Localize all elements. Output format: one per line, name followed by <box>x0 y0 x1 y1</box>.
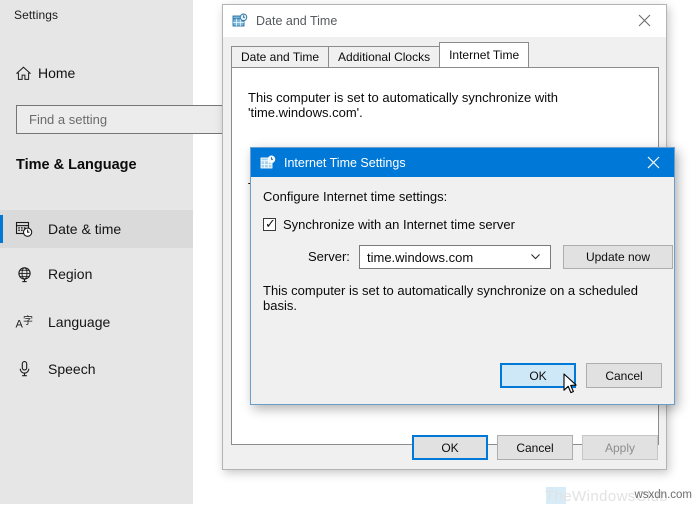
sync-checkbox-row[interactable]: ✓ Synchronize with an Internet time serv… <box>263 217 515 232</box>
home-icon <box>8 65 38 82</box>
dialog-button-row: OK Cancel Apply <box>223 435 658 460</box>
server-dropdown-value: time.windows.com <box>367 249 474 265</box>
language-icon: A 字 <box>0 313 48 331</box>
internet-time-settings-body: Configure Internet time settings: ✓ Sync… <box>251 177 674 505</box>
configure-heading: Configure Internet time settings: <box>263 189 448 204</box>
microphone-icon <box>0 360 48 378</box>
close-icon[interactable] <box>622 5 666 36</box>
checkmark-icon: ✓ <box>265 216 276 231</box>
sync-schedule-status: This computer is set to automatically sy… <box>263 283 639 313</box>
update-now-button[interactable]: Update now <box>563 245 673 269</box>
tab-strip: Date and Time Additional Clocks Internet… <box>231 42 530 67</box>
internet-time-settings-titlebar: Internet Time Settings <box>251 148 674 177</box>
tab-additional-clocks[interactable]: Additional Clocks <box>328 46 441 67</box>
selection-accent-bar <box>0 355 3 383</box>
globe-icon <box>0 266 48 283</box>
sidebar-item-date-time[interactable]: Date & time <box>0 210 193 248</box>
date-time-icon <box>260 155 276 171</box>
sidebar-category-title: Time & Language <box>16 157 137 173</box>
date-time-icon <box>232 13 248 29</box>
internet-time-settings-dialog: Internet Time Settings Configure Interne… <box>250 147 675 505</box>
internet-time-settings-title: Internet Time Settings <box>284 155 406 170</box>
chevron-down-icon <box>529 250 542 268</box>
ok-button[interactable]: OK <box>500 363 576 388</box>
sidebar-item-home[interactable]: Home <box>8 58 188 88</box>
internet-time-settings-button-row: OK Cancel <box>500 363 662 388</box>
tab-internet-time[interactable]: Internet Time <box>439 42 530 67</box>
sidebar-item-speech[interactable]: Speech <box>0 350 193 388</box>
date-and-time-titlebar: Date and Time <box>223 5 666 37</box>
search-placeholder: Find a setting <box>29 112 108 127</box>
selection-accent-bar <box>0 215 3 243</box>
selection-accent-bar <box>0 260 3 288</box>
cancel-button[interactable]: Cancel <box>586 363 662 388</box>
sync-status-text: This computer is set to automatically sy… <box>248 90 558 120</box>
close-icon[interactable] <box>632 148 674 177</box>
tab-date-and-time[interactable]: Date and Time <box>231 46 330 67</box>
sidebar-item-region-label: Region <box>48 266 93 282</box>
selection-accent-bar <box>0 308 3 336</box>
apply-button: Apply <box>582 435 658 460</box>
sync-checkbox[interactable]: ✓ <box>263 216 276 231</box>
server-row: TheWindowsClub Server: time.windows.com … <box>263 245 673 505</box>
sidebar-item-region[interactable]: Region <box>0 255 193 293</box>
ok-button[interactable]: OK <box>412 435 488 460</box>
sync-checkbox-label: Synchronize with an Internet time server <box>283 217 515 232</box>
svg-text:字: 字 <box>23 314 33 327</box>
search-input[interactable]: Find a setting <box>16 105 228 134</box>
sidebar-item-date-time-label: Date & time <box>48 221 122 237</box>
corner-watermark: wsxdn.com <box>634 489 692 501</box>
sidebar-item-language-label: Language <box>48 314 111 330</box>
settings-sidebar: Settings Home Find a setting Time & Lang… <box>0 0 228 504</box>
sidebar-item-speech-label: Speech <box>48 361 96 377</box>
app-title: Settings <box>14 8 59 22</box>
sidebar-item-language[interactable]: A 字 Language <box>0 303 193 341</box>
date-and-time-title: Date and Time <box>256 14 338 28</box>
watermark-logo <box>546 487 566 504</box>
server-dropdown[interactable]: time.windows.com <box>359 245 551 269</box>
cancel-button[interactable]: Cancel <box>497 435 573 460</box>
sidebar-item-home-label: Home <box>38 65 76 81</box>
server-label: Server: <box>308 249 350 264</box>
calendar-clock-icon <box>0 220 48 238</box>
